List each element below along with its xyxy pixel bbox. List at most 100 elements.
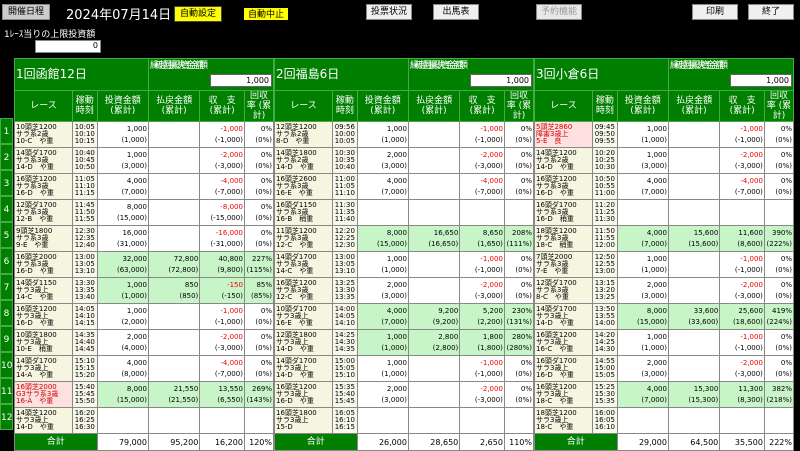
race-info[interactable]: 16頭芝1200 サラ3歳上 16-C や重 [533,329,594,356]
race-info[interactable]: 10頭ダ1700 サラ3歳上 16-E や重 [273,303,334,330]
race-info[interactable]: 14頭ダ1700 サラ3歳上 14-D や重 [273,355,334,382]
race-info[interactable]: 16頭芝1200 サラ系3歳 12-C や重 [273,277,334,304]
race-row[interactable]: 16頭芝1200 サラ3歳上 16-D や重 14:05 14:10 14:15… [13,303,275,330]
race-info[interactable]: 10頭芝1200 サラ系2歳 10-C や重 [13,121,74,148]
race-row[interactable]: 18頭芝1200 サラ系3歳 18-C 稍重 11:50 11:55 12:00… [533,225,795,252]
race-row[interactable]: 14頭芝1200 サラ3歳上 14-D や重 16:20 16:25 16:30 [13,407,275,434]
first-invest-input[interactable]: 1,000 [470,73,532,87]
invest-cell: 1,000 (3,000) [96,147,149,174]
race-info[interactable]: 5頭芝2860 障害3歳上 5-E 良 [533,121,594,148]
race-info[interactable]: 14頭ダ1700 サラ3歳上 14-A や重 [13,355,74,382]
race-info[interactable]: 16頭ダ1150 サラ系3歳 16-B 稍重 [273,199,334,226]
race-info[interactable]: 14頭ダ1700 サラ系3歳 14-C や重 [273,251,334,278]
race-row[interactable]: 16頭芝2000 G3サラ系3歳 16-A や重 15:40 15:45 15:… [13,381,275,408]
exit-button[interactable]: 終了 [748,4,794,20]
total-balance: 2,650 [459,433,505,451]
race-info[interactable]: 16頭芝2000 サラ系3歳 16-D や重 [13,251,74,278]
race-row[interactable]: 10頭ダ1700 サラ3歳上 16-E や重 14:00 14:05 14:10… [273,303,535,330]
race-info[interactable]: 18頭芝1200 サラ3歳上 18-C や重 [533,407,594,434]
race-info[interactable]: 14頭芝1200 サラ3歳上 14-D や重 [13,407,74,434]
race-row[interactable]: 14頭ダ1700 サラ3歳上 14-D や重 13:50 13:55 14:00… [533,303,795,330]
rate-cell: 0% (0%) [763,329,795,356]
race-info[interactable]: 16頭芝1800 サラ3歳上 15-D [273,407,334,434]
race-row[interactable]: 16頭芝1200 サラ系3歳 16-D や重 11:05 11:10 11:15… [13,173,275,200]
payout-cell [147,147,201,174]
rate-amount: 382% [771,384,792,393]
race-row[interactable]: 14頭ダ1700 サラ3歳上 14-A や重 15:10 15:15 15:20… [13,355,275,382]
race-row[interactable]: 16頭芝2600 サラ系3歳 16-E や重 11:00 11:05 11:10… [273,173,535,200]
race-row[interactable]: 16頭ダ1700 サラ系3歳 16-D 稍重 11:20 11:25 11:30 [533,199,795,226]
race-row[interactable]: 16頭芝1200 サラ3歳上 18-C や重 15:25 15:30 15:35… [533,381,795,408]
race-info[interactable]: 12頭芝1200 サラ系2歳 8-D や重 [273,121,334,148]
race-row[interactable]: 16頭芝1200 サラ系3歳 16-D や重 10:50 10:55 11:00… [533,173,795,200]
balance-cumulative: (-1,000) [734,135,763,144]
rate-cell: 0% (0%) [243,147,275,174]
race-row[interactable]: 9頭芝1800 サラ系3歳 9-E や重 12:30 12:35 12:40 1… [13,225,275,252]
race-row[interactable]: 12頭ダ1700 サラ系3歳 12-B や重 11:45 11:50 11:55… [13,199,275,226]
entries-button[interactable]: 出馬表 [433,4,479,20]
rate-cell: 0% (0%) [763,251,795,278]
race-row[interactable]: 12頭芝1800 サラ3歳上 14-D や重 14:25 14:30 14:35… [273,329,535,356]
race-row[interactable]: 10頭芝1800 サラ3歳上 10-E 稍重 14:35 14:40 14:45… [13,329,275,356]
balance-cumulative: (-3,000) [474,161,503,170]
auto-running-badge[interactable]: 自動中止 [242,6,290,22]
race-info[interactable]: 12頭ダ1700 サラ系3歳 8-C や重 [533,277,594,304]
race-row[interactable]: 16頭芝1800 サラ3歳上 15-D 16:05 16:10 16:15 [273,407,535,434]
race-row[interactable]: 14頭ダ1700 サラ3歳上 14-D や重 15:00 15:05 15:10… [273,355,535,382]
race-row[interactable]: 14頭ダ1150 サラ3歳上 14-C や重 13:30 13:35 13:40… [13,277,275,304]
race-info[interactable]: 16頭芝2600 サラ系3歳 16-E や重 [273,173,334,200]
race-row[interactable]: 16頭芝1200 サラ3歳上 16-D や重 15:35 15:40 15:45… [273,381,535,408]
race-info[interactable]: 16頭芝1200 サラ系3歳 16-D や重 [13,173,74,200]
first-invest-input[interactable]: 1,000 [730,73,792,87]
race-info[interactable]: 14頭芝1200 サラ系2歳 14-D や重 [533,147,594,174]
balance-cell: -4,000 (-7,000) [459,173,505,200]
race-row[interactable]: 5頭芝2860 障害3歳上 5-E 良 09:45 09:50 09:55 1,… [533,121,795,148]
race-row[interactable]: 16頭芝1200 サラ系3歳 12-C や重 13:25 13:30 13:35… [273,277,535,304]
race-row[interactable]: 16頭芝2000 サラ系3歳 16-D や重 13:00 13:05 13:10… [13,251,275,278]
race-info[interactable]: 16頭ダ1700 サラ系3歳 16-D 稍重 [533,199,594,226]
race-row[interactable]: 16頭ダ1700 サラ3歳上 16-D や重 14:55 15:00 15:05… [533,355,795,382]
race-row[interactable]: 12頭芝1200 サラ系2歳 8-D や重 09:56 10:00 10:05 … [273,121,535,148]
col-header-payout: 払戻金額 (累計) [407,90,461,122]
race-row[interactable]: 18頭芝1200 サラ3歳上 18-C や重 16:00 16:05 16:10 [533,407,795,434]
schedule-button[interactable]: 開催日程 [2,4,50,20]
race-row[interactable]: 14頭ダ1700 サラ系3歳 14-C や重 13:00 13:05 13:10… [273,251,535,278]
race-info[interactable]: 14頭芝1800 サラ系2歳 14-D や重 [273,147,334,174]
race-number: 2 [0,144,13,170]
race-number: 6 [0,248,13,274]
race-info[interactable]: 12頭ダ1700 サラ系3歳 12-B や重 [13,199,74,226]
balance-amount: -1,000 [740,332,763,341]
race-row[interactable]: 7頭芝2000 サラ系3歳 7-E や重 12:50 12:55 13:00 1… [533,251,795,278]
race-row[interactable]: 16頭芝1200 サラ3歳上 16-C や重 14:20 14:25 14:30… [533,329,795,356]
print-button[interactable]: 印刷 [692,4,738,20]
race-row[interactable]: 14頭芝1800 サラ系2歳 14-D や重 10:30 10:35 10:40… [273,147,535,174]
auto-setting-button[interactable]: 自動設定 [174,6,222,22]
race-info[interactable]: 9頭芝1800 サラ系3歳 9-E や重 [13,225,74,252]
race-info[interactable]: 12頭芝1800 サラ3歳上 14-D や重 [273,329,334,356]
vote-status-button[interactable]: 投票状況 [366,4,412,20]
race-info[interactable]: 16頭芝2000 G3サラ系3歳 16-A や重 [13,381,74,408]
race-info[interactable]: 7頭芝2000 サラ系3歳 7-E や重 [533,251,594,278]
first-invest-input[interactable]: 1,000 [210,73,272,87]
race-row[interactable]: 10頭芝1200 サラ系2歳 10-C や重 10:05 10:10 10:15… [13,121,275,148]
race-row[interactable]: 12頭ダ1700 サラ系3歳 8-C や重 13:15 13:20 13:25 … [533,277,795,304]
race-info[interactable]: 16頭芝1200 サラ系3歳 16-D や重 [533,173,594,200]
race-info[interactable]: 16頭芝1200 サラ3歳上 16-D や重 [13,303,74,330]
balance-amount: -8,000 [220,202,243,211]
limit-input[interactable]: 0 [35,40,101,53]
race-info[interactable]: 14頭ダ1150 サラ3歳上 14-C や重 [13,277,74,304]
payout-cell [667,329,721,356]
race-info[interactable]: 16頭芝1200 サラ3歳上 16-D や重 [273,381,334,408]
race-info[interactable]: 16頭芝1200 サラ3歳上 18-C や重 [533,381,594,408]
race-row[interactable]: 16頭ダ1150 サラ系3歳 16-B 稍重 11:30 11:35 11:40 [273,199,535,226]
race-row[interactable]: 11頭芝1200 サラ系3歳 12-C や重 12:20 12:25 12:30… [273,225,535,252]
race-info[interactable]: 14頭ダ1700 サラ3歳上 14-D や重 [533,303,594,330]
reserve-button[interactable]: 予約機能 [536,4,582,20]
race-info[interactable]: 14頭ダ1700 サラ系3歳 14-D や重 [13,147,74,174]
race-info[interactable]: 10頭芝1800 サラ3歳上 10-E 稍重 [13,329,74,356]
race-row[interactable]: 14頭芝1200 サラ系2歳 14-D や重 10:20 10:25 10:30… [533,147,795,174]
race-info[interactable]: 11頭芝1200 サラ系3歳 12-C や重 [273,225,334,252]
race-row[interactable]: 14頭ダ1700 サラ系3歳 14-D や重 10:40 10:45 10:50… [13,147,275,174]
race-info[interactable]: 18頭芝1200 サラ系3歳 18-C 稍重 [533,225,594,252]
race-info[interactable]: 16頭ダ1700 サラ3歳上 16-D や重 [533,355,594,382]
